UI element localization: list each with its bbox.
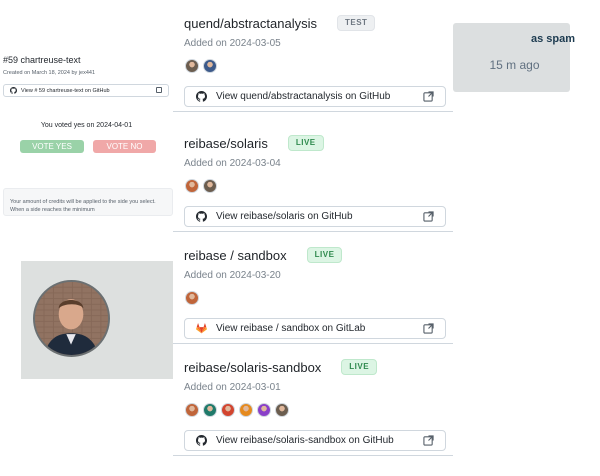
avatar[interactable] (185, 59, 199, 73)
status-badge: LIVE (341, 359, 378, 375)
voted-status: You voted yes on 2024-04-01 (40, 122, 133, 129)
avatar[interactable] (257, 403, 271, 417)
avatar[interactable] (203, 179, 217, 193)
avatar[interactable] (221, 403, 235, 417)
view-repo-button[interactable]: View reibase/solaris on GitHub (184, 206, 446, 227)
timestamp: 15 m ago (489, 58, 540, 72)
avatar[interactable] (185, 403, 199, 417)
status-badge: TEST (336, 15, 376, 31)
proposal-title: #59 chartreuse-text (3, 55, 81, 65)
profile-photo (35, 282, 108, 355)
avatar[interactable] (275, 403, 289, 417)
view-repo-label: View quend/abstractanalysis on GitHub (216, 91, 391, 102)
repo-item: quend/abstractanalysis TEST Added on 202… (173, 0, 453, 112)
repo-item: reibase/solaris LIVE Added on 2024-03-04… (173, 120, 453, 232)
avatar[interactable] (185, 291, 199, 305)
contributor-avatars (185, 291, 199, 305)
repo-item: reibase/solaris-sandbox LIVE Added on 20… (173, 344, 453, 456)
repo-name[interactable]: reibase / sandbox (184, 248, 287, 263)
activity-card: as spam 15 m ago (453, 23, 575, 92)
view-repo-button[interactable]: View reibase/solaris-sandbox on GitHub (184, 430, 446, 451)
view-repo-label: View reibase/solaris on GitHub (216, 211, 353, 222)
external-link-icon (423, 323, 434, 334)
contributor-avatars (185, 59, 217, 73)
view-repo-label: View reibase/solaris-sandbox on GitHub (216, 435, 394, 446)
view-on-github-button[interactable]: View # 59 chartreuse-text on GitHub (3, 84, 169, 97)
vote-card: #59 chartreuse-text Created on March 18,… (0, 48, 173, 218)
gitlab-icon (196, 323, 207, 334)
vote-yes-button[interactable]: VOTE YES (20, 140, 84, 153)
repo-added-date: Added on 2024-03-05 (184, 38, 281, 49)
avatar (33, 280, 110, 357)
github-icon (10, 87, 17, 94)
external-link-icon (156, 87, 162, 93)
credits-info-text: Your amount of credits will be applied t… (10, 199, 156, 213)
repo-added-date: Added on 2024-03-04 (184, 158, 281, 169)
avatar[interactable] (203, 403, 217, 417)
contributor-avatars (185, 403, 289, 417)
view-repo-button[interactable]: View quend/abstractanalysis on GitHub (184, 86, 446, 107)
avatar[interactable] (203, 59, 217, 73)
profile-card (21, 261, 174, 379)
external-link-icon (423, 211, 434, 222)
github-icon (196, 91, 207, 102)
avatar[interactable] (239, 403, 253, 417)
avatar[interactable] (185, 179, 199, 193)
github-icon (196, 211, 207, 222)
contributor-avatars (185, 179, 217, 193)
status-badge: LIVE (287, 135, 324, 151)
repo-item: reibase / sandbox LIVE Added on 2024-03-… (173, 232, 453, 344)
vote-no-button[interactable]: VOTE NO (93, 140, 156, 153)
view-repo-label: View reibase / sandbox on GitLab (216, 323, 366, 334)
repo-added-date: Added on 2024-03-01 (184, 382, 281, 393)
external-link-icon (423, 91, 434, 102)
repo-name[interactable]: reibase/solaris (184, 136, 268, 151)
status-badge: LIVE (306, 247, 343, 263)
repo-name[interactable]: reibase/solaris-sandbox (184, 360, 321, 375)
repo-name[interactable]: quend/abstractanalysis (184, 16, 317, 31)
repo-added-date: Added on 2024-03-20 (184, 270, 281, 281)
view-repo-button[interactable]: View reibase / sandbox on GitLab (184, 318, 446, 339)
external-link-icon (423, 435, 434, 446)
proposal-created: Created on March 18, 2024 by jex441 (3, 70, 96, 76)
spam-label: as spam (530, 33, 575, 45)
view-on-github-label: View # 59 chartreuse-text on GitHub (21, 87, 110, 94)
repository-list: quend/abstractanalysis TEST Added on 202… (173, 0, 453, 476)
credits-info-box: Your amount of credits will be applied t… (3, 188, 173, 216)
github-icon (196, 435, 207, 446)
